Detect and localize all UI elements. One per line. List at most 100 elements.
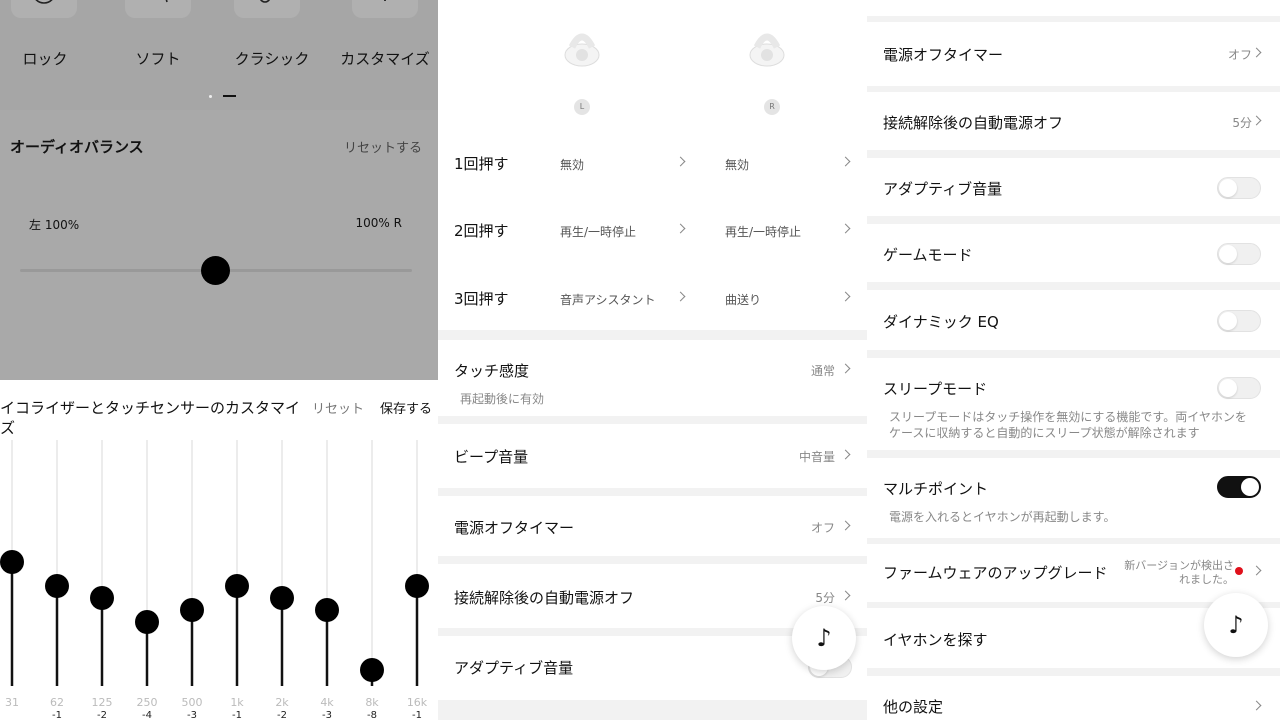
touch-sensitivity-label: タッチ感度 <box>454 362 530 380</box>
chevron-right-icon[interactable] <box>840 291 851 302</box>
eq-band-gain-label: -1 <box>52 710 62 720</box>
multipoint-toggle[interactable] <box>1217 476 1261 498</box>
audio-balance-card: オーディオバランス リセットする 左 100% 100% R <box>0 110 438 380</box>
touch-sensitivity-row[interactable]: タッチ感度 通常 再起動後に有効 <box>438 340 867 416</box>
preset-custom-tile[interactable] <box>352 0 418 18</box>
firmware-status-line-2: れました。 <box>1179 573 1234 586</box>
chevron-right-icon <box>1251 115 1262 126</box>
eq-band-handle[interactable] <box>315 598 339 622</box>
balance-slider-handle[interactable] <box>201 256 230 285</box>
equalizer-preset-area: ロック ソフト クラシック カスタマイズ オーディオバランス リセットする 左 … <box>0 0 438 380</box>
sleep-mode-note-line-2: ケースに収納すると自動的にスリープ状態が解除されます <box>889 426 1200 440</box>
power-off-timer-row[interactable]: 電源オフタイマー オフ <box>867 22 1280 86</box>
press-row-triple: 3回押す 音声アシスタント 曲送り <box>438 288 867 328</box>
eq-band-handle[interactable] <box>90 586 114 610</box>
sleep-mode-row: スリープモード スリープモードはタッチ操作を無効にする機能です。両イヤホンを ケ… <box>867 358 1280 450</box>
eq-band-31[interactable]: 31 <box>0 440 24 709</box>
eq-reset-button[interactable]: リセット <box>312 398 364 417</box>
power-off-timer-row[interactable]: 電源オフタイマー オフ <box>438 496 867 556</box>
eq-band-16k[interactable]: 16k-1 <box>405 440 429 720</box>
eq-band-frequency-label: 31 <box>5 696 19 709</box>
eq-band-frequency-label: 16k <box>407 696 428 709</box>
firmware-upgrade-label: ファームウェアのアップグレード <box>883 564 1108 582</box>
beep-volume-row[interactable]: ビープ音量 中音量 <box>438 424 867 488</box>
audio-balance-reset-button[interactable]: リセットする <box>344 137 422 156</box>
eq-band-62[interactable]: 62-1 <box>45 440 69 720</box>
soft-preset-icon <box>165 0 168 3</box>
sleep-mode-label: スリープモード <box>883 380 988 398</box>
eq-band-1k[interactable]: 1k-1 <box>225 440 249 720</box>
game-mode-toggle[interactable] <box>1217 243 1261 265</box>
chevron-right-icon <box>840 363 851 374</box>
adaptive-volume-toggle[interactable] <box>1217 177 1261 199</box>
chevron-right-icon[interactable] <box>840 156 851 167</box>
adaptive-volume-label: アダプティブ音量 <box>883 180 1003 198</box>
audio-balance-title: オーディオバランス <box>10 138 144 156</box>
right-action-value[interactable]: 曲送り <box>725 291 761 308</box>
left-earbud-badge: L <box>574 99 590 115</box>
chevron-right-icon[interactable] <box>840 223 851 234</box>
eq-band-handle[interactable] <box>270 586 294 610</box>
chevron-right-icon <box>840 520 851 531</box>
press-row-single: 1回押す 無効 無効 <box>438 153 867 193</box>
music-player-button[interactable]: ♪ <box>792 606 856 670</box>
equalizer-panel: ロック ソフト クラシック カスタマイズ オーディオバランス リセットする 左 … <box>0 0 438 720</box>
left-action-value[interactable]: 音声アシスタント <box>560 291 656 308</box>
auto-power-off-row[interactable]: 接続解除後の自動電源オフ 5分 <box>867 92 1280 150</box>
preset-classic-tile[interactable] <box>234 0 300 18</box>
eq-save-button[interactable]: 保存する <box>380 398 432 417</box>
music-note-icon: ♪ <box>816 624 832 652</box>
general-settings-panel: 電源オフタイマー オフ 接続解除後の自動電源オフ 5分 アダプティブ音量 ゲーム… <box>867 0 1280 720</box>
eq-band-frequency-label: 500 <box>182 696 203 709</box>
eq-band-2k[interactable]: 2k-2 <box>270 440 294 720</box>
eq-band-handle[interactable] <box>360 658 384 682</box>
preset-rock-tile[interactable] <box>11 0 77 18</box>
press-row-label: 2回押す <box>454 222 509 240</box>
other-settings-row[interactable]: 他の設定 <box>867 676 1280 720</box>
eq-band-handle[interactable] <box>135 610 159 634</box>
eq-band-handle[interactable] <box>0 550 24 574</box>
dynamic-eq-toggle[interactable] <box>1217 310 1261 332</box>
eq-band-frequency-label: 8k <box>365 696 379 709</box>
eq-band-gain-label: -1 <box>412 710 422 720</box>
left-action-value[interactable]: 再生/一時停止 <box>560 223 636 240</box>
plus-icon <box>384 0 386 1</box>
chevron-right-icon[interactable] <box>675 223 686 234</box>
chevron-right-icon[interactable] <box>675 156 686 167</box>
preset-rock-label[interactable]: ロック <box>22 48 67 69</box>
eq-band-250[interactable]: 250-4 <box>135 440 159 720</box>
eq-band-4k[interactable]: 4k-3 <box>315 440 339 720</box>
right-action-value[interactable]: 無効 <box>725 156 749 173</box>
chevron-right-icon <box>1251 700 1262 711</box>
chevron-right-icon[interactable] <box>675 291 686 302</box>
preset-soft-label[interactable]: ソフト <box>135 48 180 69</box>
pager-indicator-active <box>223 95 236 97</box>
eq-band-frequency-label: 2k <box>275 696 289 709</box>
multipoint-note: 電源を入れるとイヤホンが再起動します。 <box>889 510 1116 524</box>
eq-band-8k[interactable]: 8k-8 <box>360 440 384 720</box>
equalizer-sliders[interactable]: 31 62-1125-2250-4500-31k-12k-24k-38k-816k… <box>0 440 438 720</box>
music-player-button[interactable]: ♪ <box>1204 593 1268 657</box>
eq-band-gain-label: -2 <box>277 710 287 720</box>
preset-classic-label[interactable]: クラシック <box>235 48 310 69</box>
adaptive-volume-label: アダプティブ音量 <box>454 659 574 677</box>
preset-custom-label[interactable]: カスタマイズ <box>340 48 430 69</box>
eq-band-500[interactable]: 500-3 <box>180 440 204 720</box>
dynamic-eq-row: ダイナミック EQ <box>867 290 1280 350</box>
other-settings-label: 他の設定 <box>883 698 944 716</box>
left-action-value[interactable]: 無効 <box>560 156 584 173</box>
sleep-mode-toggle[interactable] <box>1217 377 1261 399</box>
preset-soft-tile[interactable] <box>125 0 191 18</box>
eq-band-125[interactable]: 125-2 <box>90 440 114 720</box>
eq-section-title: イコライザーとタッチセンサーのカスタマイズ <box>0 399 301 437</box>
eq-band-handle[interactable] <box>45 574 69 598</box>
top-card-edge <box>867 0 1280 16</box>
right-action-value[interactable]: 再生/一時停止 <box>725 223 801 240</box>
eq-band-handle[interactable] <box>225 574 249 598</box>
eq-band-frequency-label: 62 <box>50 696 64 709</box>
firmware-upgrade-row[interactable]: ファームウェアのアップグレード 新バージョンが検出さ れました。 <box>867 544 1280 602</box>
guitar-icon <box>260 0 270 3</box>
eq-band-gain-label: -1 <box>232 710 242 720</box>
eq-band-handle[interactable] <box>405 574 429 598</box>
eq-band-handle[interactable] <box>180 598 204 622</box>
